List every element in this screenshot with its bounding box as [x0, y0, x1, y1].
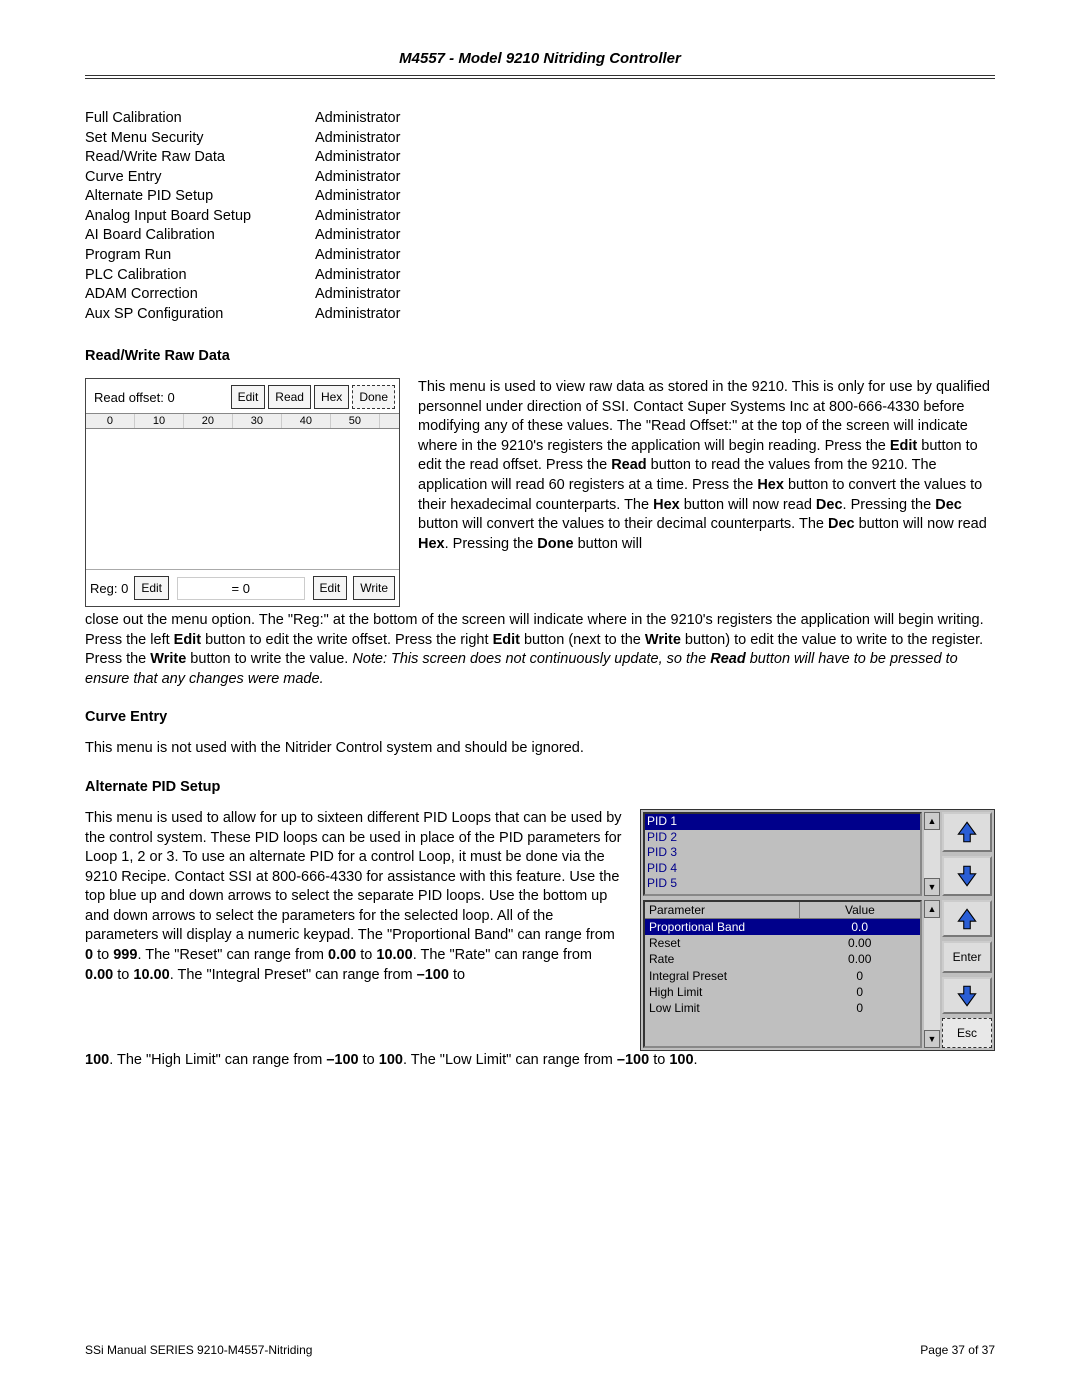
rw-body-right: This menu is used to view raw data as st…: [418, 378, 995, 607]
footer-right: Page 37 of 37: [920, 1343, 995, 1357]
table-row[interactable]: Low Limit0: [645, 1000, 920, 1016]
perm-label: ADAM Correction: [85, 285, 315, 305]
list-item[interactable]: PID 5: [645, 876, 920, 892]
page-header: M4557 - Model 9210 Nitriding Controller: [85, 50, 995, 73]
rw-grid-body: [86, 429, 399, 569]
value-header: Value: [800, 902, 920, 918]
param-down-button[interactable]: [942, 977, 992, 1014]
list-item[interactable]: PID 2: [645, 830, 920, 846]
table-row[interactable]: Integral Preset0: [645, 968, 920, 984]
perm-label: Alternate PID Setup: [85, 187, 315, 207]
rw-body-full: close out the menu option. The "Reg:" at…: [85, 611, 995, 689]
perm-role: Administrator: [315, 305, 515, 325]
section-title-alt: Alternate PID Setup: [85, 779, 995, 795]
pid-down-button[interactable]: [942, 856, 992, 896]
param-up-button[interactable]: [942, 900, 992, 937]
param-table-scrollbar[interactable]: ▲ ▼: [924, 900, 940, 1048]
alt-body-left: This menu is used to allow for up to six…: [85, 809, 622, 1051]
reg-label: Reg: 0: [90, 581, 128, 596]
perm-role: Administrator: [315, 207, 515, 227]
pid-list[interactable]: PID 1 PID 2 PID 3 PID 4 PID 5: [643, 812, 922, 896]
write-button[interactable]: Write: [353, 576, 395, 600]
table-row[interactable]: High Limit0: [645, 984, 920, 1000]
perm-role: Administrator: [315, 266, 515, 286]
section-title-curve: Curve Entry: [85, 709, 995, 725]
section-title-rw: Read/Write Raw Data: [85, 348, 995, 364]
rw-panel: Read offset: 0 Edit Read Hex Done 0 10 2…: [85, 378, 400, 607]
perm-label: Curve Entry: [85, 168, 315, 188]
permissions-table: Full Calibration Set Menu Security Read/…: [85, 109, 995, 324]
reg-value: = 0: [177, 577, 305, 600]
table-row[interactable]: Proportional Band0.0: [645, 919, 920, 935]
list-item[interactable]: PID 1: [645, 814, 920, 830]
perm-label: AI Board Calibration: [85, 226, 315, 246]
arrow-up-icon: [954, 819, 980, 845]
list-item[interactable]: PID 3: [645, 845, 920, 861]
rw-column-headers: 0 10 20 30 40 50: [86, 413, 399, 429]
perm-label: Read/Write Raw Data: [85, 148, 315, 168]
perm-role: Administrator: [315, 246, 515, 266]
edit-offset-button[interactable]: Edit: [231, 385, 266, 409]
perm-label: Program Run: [85, 246, 315, 266]
param-header: Parameter: [645, 902, 800, 918]
hex-button[interactable]: Hex: [314, 385, 349, 409]
pid-param-table[interactable]: Parameter Value Proportional Band0.0 Res…: [643, 900, 922, 1048]
arrow-down-icon: [954, 863, 980, 889]
done-button[interactable]: Done: [352, 385, 395, 409]
perm-label: Set Menu Security: [85, 129, 315, 149]
perm-role: Administrator: [315, 226, 515, 246]
pid-list-scrollbar[interactable]: ▲ ▼: [924, 812, 940, 896]
table-row[interactable]: Reset0.00: [645, 935, 920, 951]
perm-role: Administrator: [315, 285, 515, 305]
perm-role: Administrator: [315, 168, 515, 188]
perm-role: Administrator: [315, 129, 515, 149]
esc-button[interactable]: Esc: [942, 1018, 992, 1048]
perm-role: Administrator: [315, 148, 515, 168]
pid-up-button[interactable]: [942, 812, 992, 852]
table-row[interactable]: Rate0.00: [645, 951, 920, 967]
perm-label: PLC Calibration: [85, 266, 315, 286]
perm-role: Administrator: [315, 109, 515, 129]
header-rule: [85, 75, 995, 79]
enter-button[interactable]: Enter: [942, 941, 992, 973]
arrow-up-icon: [954, 906, 980, 932]
edit-reg-button[interactable]: Edit: [134, 576, 169, 600]
footer-left: SSi Manual SERIES 9210-M4557-Nitriding: [85, 1343, 312, 1357]
read-button[interactable]: Read: [268, 385, 311, 409]
alt-body-tail: 100. The "High Limit" can range from –10…: [85, 1051, 995, 1071]
chevron-up-icon[interactable]: ▲: [924, 812, 940, 830]
list-item[interactable]: PID 4: [645, 861, 920, 877]
chevron-down-icon[interactable]: ▼: [924, 878, 940, 896]
perm-label: Aux SP Configuration: [85, 305, 315, 325]
chevron-up-icon[interactable]: ▲: [924, 900, 940, 918]
perm-label: Full Calibration: [85, 109, 315, 129]
chevron-down-icon[interactable]: ▼: [924, 1030, 940, 1048]
read-offset-label: Read offset: 0: [90, 390, 228, 405]
edit-value-button[interactable]: Edit: [313, 576, 348, 600]
perm-label: Analog Input Board Setup: [85, 207, 315, 227]
perm-role: Administrator: [315, 187, 515, 207]
pid-panel: PID 1 PID 2 PID 3 PID 4 PID 5 ▲ ▼: [640, 809, 995, 1051]
curve-body: This menu is not used with the Nitrider …: [85, 739, 995, 759]
arrow-down-icon: [954, 983, 980, 1009]
